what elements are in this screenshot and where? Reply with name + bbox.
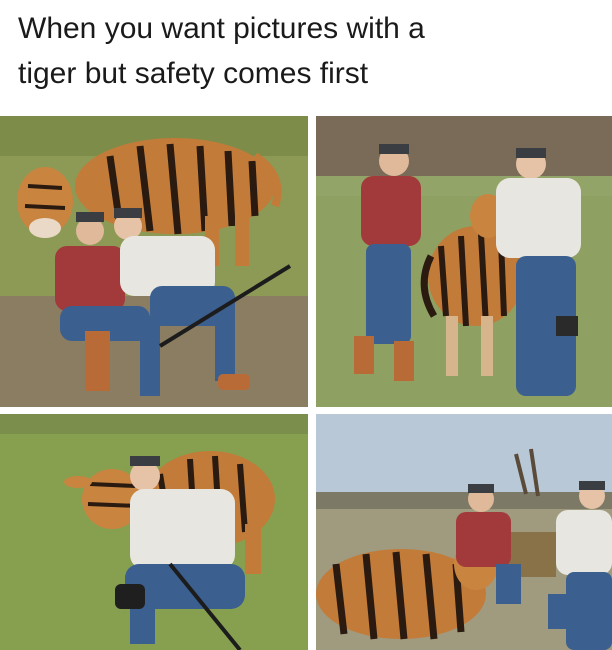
photo-bottom-left-illustration (0, 414, 308, 650)
photo-bottom-right-illustration (316, 414, 612, 650)
photo-top-right (316, 116, 612, 407)
photo-bottom-right (316, 414, 612, 650)
photo-bottom-left (0, 414, 308, 650)
meme-caption: When you want pictures with a tiger but … (18, 6, 598, 96)
photo-top-right-illustration (316, 116, 612, 407)
photo-top-left (0, 116, 308, 407)
caption-line-2: tiger but safety comes first (18, 57, 369, 90)
caption-line-1: When you want pictures with a (18, 12, 425, 45)
photo-top-left-illustration (0, 116, 308, 407)
